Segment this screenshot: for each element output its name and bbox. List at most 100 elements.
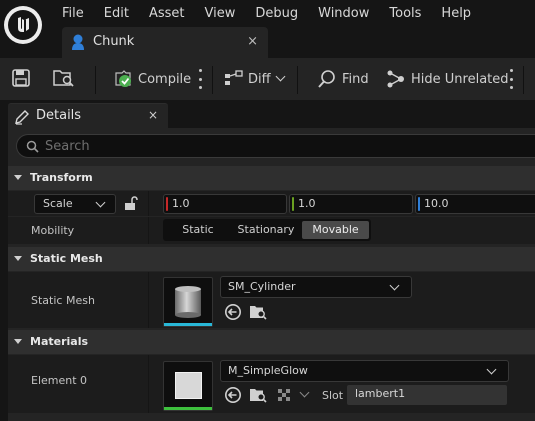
slot-label: Slot (322, 389, 344, 402)
compile-options-icon[interactable] (198, 69, 202, 89)
mesh-thumbnail[interactable] (163, 277, 213, 327)
row-divider (148, 191, 149, 216)
browse-to-asset-icon[interactable] (249, 386, 267, 404)
compile-label: Compile (138, 71, 192, 87)
scale-x-value: 1.0 (172, 197, 190, 210)
document-tab-chunk[interactable]: Chunk × (62, 27, 268, 58)
slot-name-field[interactable]: lambert1 (347, 385, 507, 405)
search-input[interactable]: Search (16, 134, 535, 158)
material-element-row: Element 0 M_SimpleGlow Slot lambert1 (8, 355, 535, 413)
mesh-type-underline (164, 323, 212, 326)
menu-bar: File Edit Asset View Debug Window Tools … (52, 0, 481, 26)
cylinder-preview (175, 286, 201, 318)
toolbar-separator (212, 66, 213, 94)
title-bar: File Edit Asset View Debug Window Tools … (0, 0, 535, 58)
x-axis-bar (166, 197, 168, 211)
static-mesh-picker[interactable]: SM_Cylinder (220, 276, 412, 298)
menu-view[interactable]: View (195, 6, 246, 21)
save-icon[interactable] (12, 69, 30, 87)
category-label: Static Mesh (30, 252, 103, 265)
mobility-movable-option[interactable]: Movable (302, 221, 369, 239)
material-preview (175, 372, 202, 399)
scale-x-field[interactable]: 1.0 (163, 194, 287, 214)
find-button[interactable]: Find (317, 58, 369, 100)
toolbar-options-icon[interactable] (509, 69, 513, 89)
toolbar-separator (297, 66, 298, 94)
row-divider (148, 217, 149, 244)
scale-y-value: 1.0 (298, 197, 316, 210)
z-axis-bar (418, 197, 420, 211)
browse-asset-icon[interactable] (53, 68, 75, 88)
hide-unrelated-icon (387, 70, 404, 88)
pencil-icon (15, 110, 29, 125)
details-tab[interactable]: Details × (8, 103, 168, 128)
browse-to-asset-icon[interactable] (249, 303, 267, 321)
scale-y-field[interactable]: 1.0 (289, 194, 413, 214)
menu-help[interactable]: Help (431, 6, 481, 21)
unreal-logo-icon[interactable] (4, 6, 42, 44)
details-panel: Search Transform Scale 1.0 1.0 10.0 Mobi… (8, 128, 535, 421)
unlock-icon[interactable] (124, 196, 138, 211)
find-icon (318, 70, 335, 88)
material-picker[interactable]: M_SimpleGlow (220, 360, 509, 382)
chevron-down-icon (95, 197, 106, 208)
mobility-stationary-option[interactable]: Stationary (231, 221, 301, 239)
element-label: Element 0 (31, 374, 88, 387)
material-asset-name: M_SimpleGlow (228, 364, 308, 377)
scale-row: Scale 1.0 1.0 10.0 (8, 191, 535, 216)
category-static-mesh[interactable]: Static Mesh (8, 247, 535, 271)
panel-tab-row: Details × (0, 100, 535, 128)
material-type-underline (164, 407, 212, 410)
mobility-label: Mobility (31, 224, 75, 237)
menu-edit[interactable]: Edit (94, 6, 139, 21)
search-placeholder: Search (45, 139, 90, 154)
use-selected-asset-icon[interactable] (224, 386, 242, 404)
chevron-down-icon (275, 71, 286, 81)
row-divider (148, 355, 149, 413)
menu-asset[interactable]: Asset (139, 6, 195, 21)
static-mesh-row: Static Mesh SM_Cylinder (8, 272, 535, 328)
chevron-down-icon (486, 364, 497, 375)
close-tab-icon[interactable]: × (247, 34, 258, 49)
category-label: Transform (30, 171, 93, 184)
collapse-arrow-icon (14, 256, 22, 261)
blueprint-icon (72, 34, 84, 50)
diff-label: Diff (248, 71, 271, 87)
hide-unrelated-label: Hide Unrelated (411, 71, 509, 87)
checkerboard-icon[interactable] (276, 386, 294, 404)
scale-mode-label: Scale (43, 197, 73, 210)
mobility-selector: Static Stationary Movable (163, 219, 371, 241)
static-mesh-label: Static Mesh (31, 294, 95, 307)
toolbar-separator (523, 66, 524, 94)
find-label: Find (342, 71, 369, 87)
collapse-arrow-icon (14, 339, 22, 344)
diff-icon (225, 70, 243, 85)
menu-tools[interactable]: Tools (379, 6, 431, 21)
category-materials[interactable]: Materials (8, 330, 535, 354)
toolbar: Compile Diff Find Hide Unrelated (0, 58, 535, 100)
y-axis-bar (292, 197, 294, 211)
scale-z-field[interactable]: 10.0 (415, 194, 535, 214)
menu-file[interactable]: File (52, 6, 94, 21)
hide-unrelated-button[interactable]: Hide Unrelated (386, 58, 509, 100)
menu-window[interactable]: Window (308, 6, 379, 21)
compile-button[interactable]: Compile (112, 58, 191, 100)
document-tab-label: Chunk (93, 34, 135, 49)
use-selected-asset-icon[interactable] (224, 303, 242, 321)
diff-button[interactable]: Diff (224, 58, 286, 100)
close-tab-icon[interactable]: × (148, 108, 158, 122)
material-thumbnail[interactable] (163, 361, 213, 411)
slot-name-value: lambert1 (355, 387, 406, 400)
toolbar-separator (95, 66, 96, 94)
mobility-static-option[interactable]: Static (165, 221, 231, 239)
scale-mode-dropdown[interactable]: Scale (34, 194, 116, 214)
search-icon (26, 140, 39, 153)
category-transform[interactable]: Transform (8, 166, 535, 190)
scale-z-value: 10.0 (424, 197, 449, 210)
row-divider (148, 272, 149, 328)
chevron-down-icon (389, 280, 400, 291)
collapse-arrow-icon (14, 175, 22, 180)
menu-debug[interactable]: Debug (245, 6, 308, 21)
details-tab-label: Details (36, 108, 82, 123)
chevron-down-icon[interactable] (299, 387, 310, 398)
